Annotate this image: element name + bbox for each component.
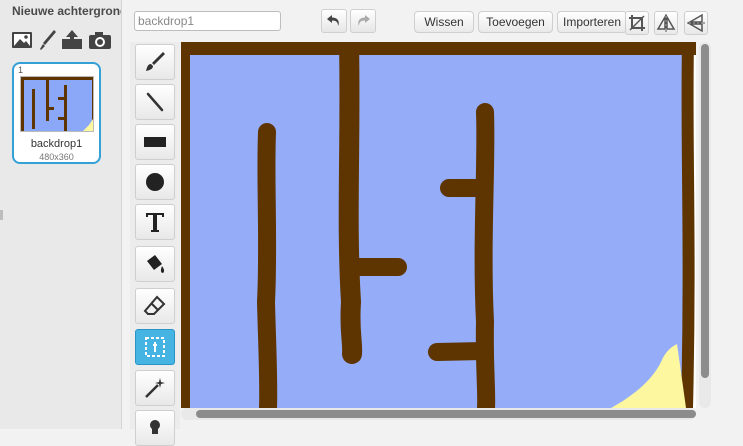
- canvas-drawing[interactable]: [181, 42, 696, 408]
- backdrop-name-input[interactable]: [134, 11, 281, 31]
- redo-icon: [358, 15, 370, 26]
- flip-horizontal-button[interactable]: [654, 11, 678, 35]
- horizontal-scrollbar[interactable]: [181, 408, 696, 420]
- backdrop-name: backdrop1: [30, 138, 83, 150]
- magic-wand-tool[interactable]: [135, 370, 175, 406]
- stamp-tool[interactable]: [135, 410, 175, 446]
- text-icon: [146, 213, 164, 232]
- stamp-icon: [150, 420, 160, 434]
- undo-icon: [327, 15, 339, 26]
- undo-button[interactable]: [321, 9, 347, 33]
- crop-button[interactable]: [625, 11, 649, 35]
- paint-tools-column: [130, 42, 180, 446]
- flip-vertical-button[interactable]: [684, 11, 708, 35]
- fill-tool[interactable]: [135, 246, 175, 282]
- eraser-tool[interactable]: [135, 288, 175, 324]
- text-tool[interactable]: [135, 204, 175, 240]
- ellipse-tool[interactable]: [135, 164, 175, 200]
- backdrop-list-panel: Nieuwe achtergrond 1 backdrop1 480x360: [0, 0, 122, 429]
- image-icon[interactable]: [10, 28, 34, 52]
- vertical-scroll-thumb[interactable]: [701, 44, 709, 378]
- fill-icon: [147, 255, 165, 273]
- vertical-scrollbar[interactable]: [699, 42, 711, 408]
- select-tool[interactable]: [135, 329, 175, 365]
- flip-vertical-icon: [687, 13, 705, 33]
- paint-canvas[interactable]: [181, 42, 696, 408]
- upload-icon[interactable]: [60, 28, 84, 52]
- clear-button[interactable]: Wissen: [414, 11, 474, 33]
- backdrop-number: 1: [18, 65, 24, 75]
- paintbrush-icon: [146, 52, 165, 71]
- redo-button[interactable]: [350, 9, 376, 33]
- import-button[interactable]: Importeren: [557, 11, 627, 33]
- horizontal-scroll-thumb[interactable]: [196, 410, 696, 418]
- select-icon: [145, 337, 165, 357]
- new-backdrop-label: Nieuwe achtergrond: [12, 4, 122, 18]
- line-icon: [146, 92, 164, 112]
- ellipse-icon: [146, 173, 164, 191]
- panel-edge-handle: [0, 210, 3, 220]
- magic-wand-icon: [145, 378, 165, 398]
- add-button[interactable]: Toevoegen: [478, 11, 553, 33]
- camera-icon[interactable]: [88, 28, 112, 52]
- backdrop-thumbnail[interactable]: 1 backdrop1 480x360: [12, 62, 101, 164]
- rectangle-tool[interactable]: [135, 124, 175, 160]
- backdrop-thumbnail-image: [20, 76, 94, 132]
- crop-icon: [629, 15, 645, 31]
- flip-horizontal-icon: [656, 14, 676, 32]
- line-tool[interactable]: [135, 84, 175, 120]
- paint-brush-icon[interactable]: [36, 28, 60, 52]
- eraser-icon: [143, 295, 166, 315]
- paintbrush-tool[interactable]: [135, 44, 175, 80]
- rectangle-icon: [144, 137, 166, 147]
- backdrop-size: 480x360: [39, 152, 74, 162]
